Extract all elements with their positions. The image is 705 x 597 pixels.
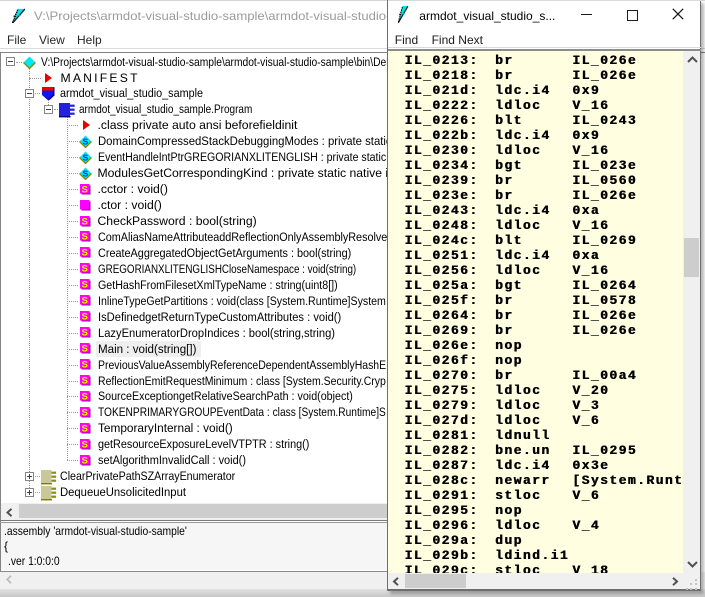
svg-text:S: S [82,296,88,307]
svg-text:S: S [82,343,88,354]
svg-text:S: S [82,184,88,195]
svg-text:S: S [82,375,88,386]
svg-text:S: S [82,439,88,450]
svg-text:S: S [82,455,88,466]
svg-text:S: S [82,280,88,291]
svg-text:S: S [82,169,88,179]
svg-text:S: S [82,153,88,163]
svg-text:S: S [82,407,88,418]
svg-text:S: S [82,423,88,434]
svg-text:S: S [82,391,88,402]
svg-text:S: S [82,248,88,259]
svg-text:S: S [82,216,88,227]
svg-text:S: S [82,232,88,243]
svg-text:S: S [82,264,88,275]
svg-text:S: S [82,327,88,338]
svg-text:S: S [82,359,88,370]
svg-text:S: S [82,312,88,323]
svg-text:S: S [82,137,88,147]
